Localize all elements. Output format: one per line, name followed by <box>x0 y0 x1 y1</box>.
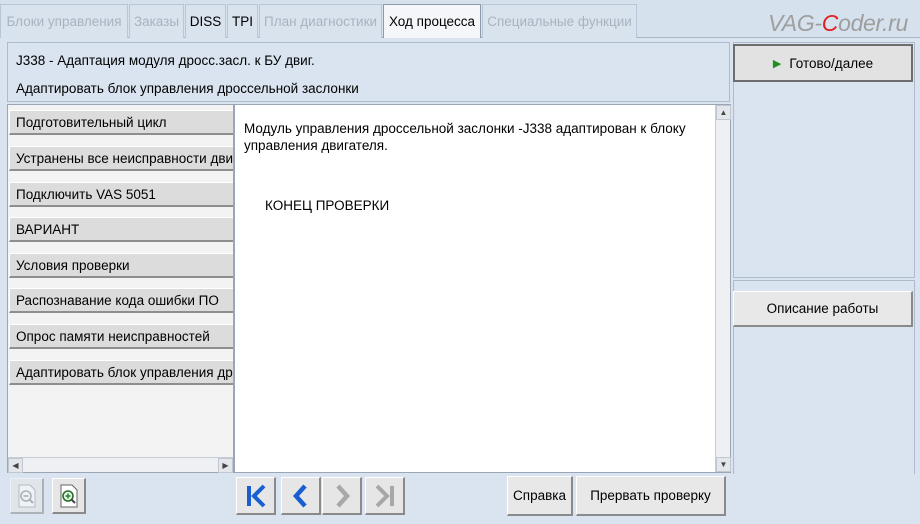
ready-next-button[interactable]: ▶ Готово/далее <box>733 44 913 82</box>
scroll-left-icon[interactable]: ◀ <box>8 458 23 473</box>
tab-control-units[interactable]: Блоки управления <box>0 4 128 38</box>
step-item[interactable]: Подключить VAS 5051 <box>9 182 233 207</box>
next-button[interactable] <box>322 477 362 515</box>
tab-diagnostic-plan[interactable]: План диагностики <box>259 4 382 38</box>
next-icon <box>335 483 350 508</box>
previous-button[interactable] <box>281 477 321 515</box>
zoom-in-icon <box>60 484 77 507</box>
steps-horizontal-scrollbar[interactable]: ◀ ▶ <box>8 457 233 473</box>
last-page-icon <box>375 484 394 507</box>
abort-test-button[interactable]: Прервать проверку <box>576 476 726 516</box>
zoom-in-button[interactable] <box>52 478 86 514</box>
step-item[interactable]: Опрос памяти неисправностей <box>9 324 233 349</box>
play-icon: ▶ <box>772 57 782 70</box>
last-page-button[interactable] <box>365 477 405 515</box>
zoom-out-button[interactable] <box>10 478 44 514</box>
scroll-down-icon[interactable]: ▼ <box>716 457 731 472</box>
step-item[interactable]: Подготовительный цикл <box>9 110 233 135</box>
scroll-up-icon[interactable]: ▲ <box>716 105 731 120</box>
tab-process[interactable]: Ход процесса <box>383 4 481 38</box>
procedure-subtitle: Адаптировать блок управления дроссельной… <box>16 81 359 96</box>
steps-list: Подготовительный цикл Устранены все неис… <box>7 104 234 473</box>
step-item[interactable]: ВАРИАНТ <box>9 217 233 242</box>
step-item[interactable]: Условия проверки <box>9 253 233 278</box>
procedure-header: J338 - Адаптация модуля дросс.засл. к БУ… <box>7 42 730 102</box>
work-description-button[interactable]: Описание работы <box>733 291 913 327</box>
tab-orders[interactable]: Заказы <box>129 4 184 38</box>
tab-tpi[interactable]: TPI <box>227 4 258 38</box>
scroll-right-icon[interactable]: ▶ <box>218 458 233 473</box>
help-button[interactable]: Справка <box>507 476 573 516</box>
result-message: Модуль управления дроссельной заслонки -… <box>244 121 686 153</box>
step-item[interactable]: Адаптировать блок управления дроссельной… <box>9 360 233 385</box>
previous-icon <box>292 483 307 508</box>
bottom-toolbar <box>0 474 920 524</box>
procedure-title: J338 - Адаптация модуля дросс.засл. к БУ… <box>16 53 315 68</box>
end-of-test-label: КОНЕЦ ПРОВЕРКИ <box>265 198 390 213</box>
first-page-icon <box>246 484 265 507</box>
tab-special-functions[interactable]: Специальные функции <box>482 4 637 38</box>
message-panel: Модуль управления дроссельной заслонки -… <box>234 104 731 473</box>
step-item[interactable]: Устранены все неисправности двигателя <box>9 146 233 171</box>
tab-bar: Блоки управления Заказы DISS TPI План ди… <box>0 0 920 38</box>
zoom-out-icon <box>18 484 35 507</box>
message-vertical-scrollbar[interactable]: ▲ ▼ <box>715 105 731 472</box>
ready-next-label: Готово/далее <box>789 55 874 71</box>
step-item[interactable]: Распознавание кода ошибки ПО <box>9 288 233 313</box>
first-page-button[interactable] <box>236 477 276 515</box>
watermark-logo: VAG-Coder.ru <box>768 10 908 36</box>
tab-diss[interactable]: DISS <box>185 4 226 38</box>
